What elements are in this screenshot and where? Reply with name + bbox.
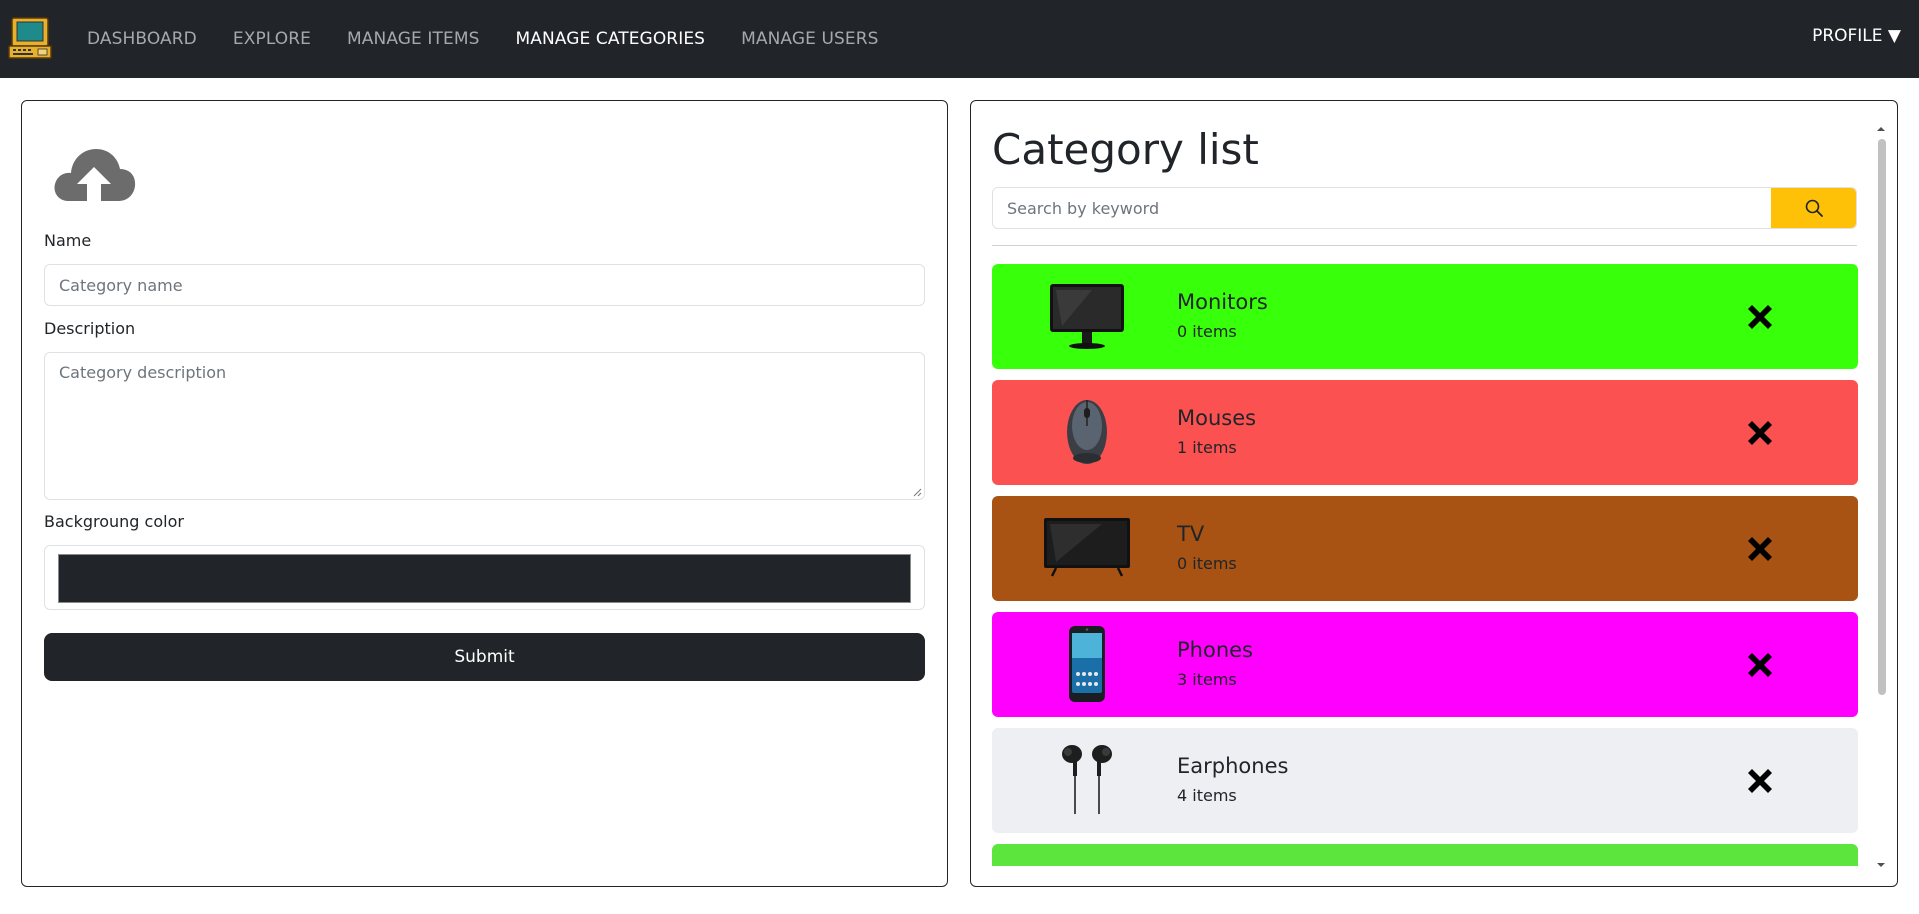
category-item-count: 1 items [1177, 438, 1237, 457]
delete-icon[interactable] [1742, 647, 1778, 683]
category-card[interactable]: Phones 3 items [992, 612, 1858, 717]
category-name: Phones [1177, 638, 1253, 662]
scrollbar[interactable] [1875, 125, 1887, 869]
category-card[interactable]: TV 0 items [992, 496, 1858, 601]
category-card[interactable]: Monitors 0 items [992, 264, 1858, 369]
search-placeholder: Search by keyword [1007, 198, 1160, 218]
divider [992, 245, 1857, 246]
scroll-down-icon[interactable] [1875, 861, 1887, 869]
search-bar: Search by keyword [992, 187, 1857, 229]
delete-icon[interactable] [1742, 299, 1778, 335]
category-name: Monitors [1177, 290, 1268, 314]
nav-item-explore[interactable]: EXPLORE [233, 29, 311, 49]
scroll-thumb[interactable] [1878, 139, 1886, 695]
tv-image [1042, 508, 1132, 588]
category-name: Earphones [1177, 754, 1289, 778]
category-item-count: 3 items [1177, 670, 1237, 689]
color-swatch[interactable] [58, 554, 911, 603]
category-list-title: Category list [992, 125, 1259, 174]
category-description-placeholder: Category description [59, 363, 227, 382]
search-input[interactable]: Search by keyword [993, 188, 1772, 228]
category-card[interactable] [992, 844, 1858, 866]
background-color-label: Backgroung color [44, 512, 184, 531]
category-name: Mouses [1177, 406, 1257, 430]
category-description-textarea[interactable]: Category description [44, 352, 925, 500]
delete-icon[interactable] [1742, 531, 1778, 567]
search-icon [1805, 199, 1823, 217]
profile-menu[interactable]: PROFILE ▼ [1812, 26, 1901, 46]
earphones-image [1042, 740, 1132, 820]
navbar: DASHBOARD EXPLORE MANAGE ITEMS MANAGE CATEG… [0, 0, 1919, 78]
category-item-count: 0 items [1177, 322, 1237, 341]
background-color-picker[interactable] [44, 545, 925, 610]
category-item-count: 4 items [1177, 786, 1237, 805]
resize-grip-icon[interactable] [913, 488, 922, 497]
search-button[interactable] [1771, 188, 1856, 228]
category-list-panel: Category list Search by keyword Monitors… [970, 100, 1898, 887]
nav-item-dashboard[interactable]: DASHBOARD [87, 29, 197, 49]
category-list: Monitors 0 items Mouses 1 items TV 0 items Pho… [992, 264, 1858, 866]
category-name: TV [1177, 522, 1205, 546]
category-name-input[interactable]: Category name [44, 264, 925, 306]
nav-item-manage-users[interactable]: MANAGE USERS [741, 29, 878, 49]
delete-icon[interactable] [1742, 763, 1778, 799]
category-image [1042, 856, 1132, 866]
monitor-image [1042, 276, 1132, 356]
nav-links: DASHBOARD EXPLORE MANAGE ITEMS MANAGE CATEG… [87, 0, 915, 78]
computer-logo-icon[interactable] [8, 17, 52, 59]
category-form-panel: Name Category name Description Category … [21, 100, 948, 887]
nav-item-manage-categories[interactable]: MANAGE CATEGORIES [515, 29, 705, 49]
name-label: Name [44, 231, 92, 250]
description-label: Description [44, 319, 136, 338]
category-name-placeholder: Category name [59, 275, 183, 295]
delete-icon[interactable] [1742, 415, 1778, 451]
category-card[interactable]: Earphones 4 items [992, 728, 1858, 833]
scroll-up-icon[interactable] [1875, 125, 1887, 133]
phone-image [1042, 624, 1132, 704]
nav-item-manage-items[interactable]: MANAGE ITEMS [347, 29, 479, 49]
category-card[interactable]: Mouses 1 items [992, 380, 1858, 485]
cloud-upload-icon[interactable] [51, 143, 137, 205]
submit-button[interactable]: Submit [44, 633, 925, 681]
category-item-count: 0 items [1177, 554, 1237, 573]
mouse-image [1042, 392, 1132, 472]
